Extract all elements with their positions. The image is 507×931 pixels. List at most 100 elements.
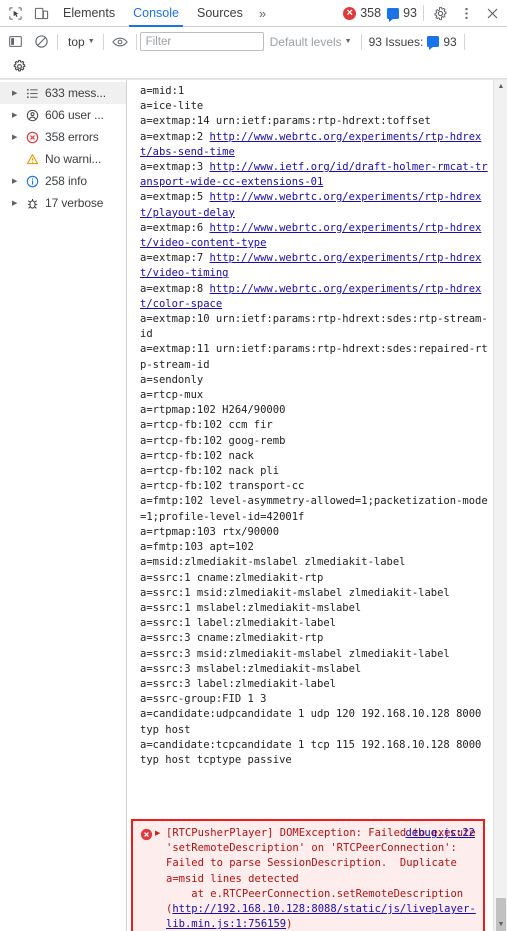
sdp-link[interactable]: http://www.webrtc.org/experiments/rtp-hd… [140, 191, 481, 218]
close-icon[interactable] [479, 1, 505, 26]
sidebar-item-info[interactable]: ▶ 258 info [0, 170, 126, 192]
expand-triangle-icon[interactable]: ▶ [155, 826, 166, 931]
sidebar-item-errors-label: 358 errors [45, 130, 99, 144]
sdp-line: a=extmap:5 http://www.webrtc.org/experim… [140, 191, 482, 219]
bug-icon [25, 196, 40, 211]
sdp-line: a=rtpmap:102 H264/90000 [140, 404, 286, 417]
tab-sources[interactable]: Sources [188, 0, 252, 26]
sidebar-item-warnings[interactable]: ▶ No warni... [0, 148, 126, 170]
error-source-link[interactable]: debug.js:22 [405, 826, 475, 841]
tabbar-divider [423, 5, 424, 21]
sdp-link[interactable]: http://www.webrtc.org/experiments/rtp-hd… [140, 131, 481, 158]
sdp-line: a=ssrc:1 label:zlmediakit-label [140, 617, 336, 630]
console-error-message[interactable]: ▶ debug.js:22 [RTCPusherPlayer] DOMExcept… [131, 819, 485, 931]
console-sidebar-toggle-icon[interactable] [2, 29, 28, 54]
filterbar-divider-1 [57, 33, 58, 50]
expand-triangle-icon[interactable]: ▶ [12, 90, 20, 97]
tab-console[interactable]: Console [124, 0, 188, 27]
kebab-menu-icon[interactable] [453, 1, 479, 26]
error-message-text: debug.js:22 [RTCPusherPlayer] DOMExceptio… [166, 826, 477, 931]
tab-console-label: Console [133, 6, 179, 20]
issues-label: 93 Issues: [368, 34, 424, 49]
sdp-line: a=ssrc:1 mslabel:zlmediakit-mslabel [140, 601, 362, 614]
sdp-line: a=ssrc:1 cname:zlmediakit-rtp [140, 571, 324, 584]
live-expression-icon[interactable] [107, 29, 133, 54]
sidebar-item-user-messages[interactable]: ▶ 606 user ... [0, 104, 126, 126]
sdp-line: a=rtcp-fb:102 transport-cc [140, 480, 305, 493]
sdp-link[interactable]: http://www.ietf.org/id/draft-holmer-rmca… [140, 161, 488, 188]
sdp-line: a=candidate:tcpcandidate 1 tcp 115 192.1… [140, 738, 488, 766]
sdp-line: a=ssrc:3 msid:zlmediakit-mslabel zlmedia… [140, 647, 450, 660]
sidebar-item-verbose-label: 17 verbose [45, 196, 104, 210]
execution-context-selector[interactable]: top ▼ [61, 31, 100, 53]
sdp-line: a=rtcp-fb:102 nack [140, 449, 254, 462]
more-tabs-button[interactable]: » [252, 0, 273, 26]
sdp-line: a=fmtp:103 apt=102 [140, 541, 254, 554]
sdp-line: a=ice-lite [140, 100, 204, 113]
devtools-tabbar: Elements Console Sources » × 358 93 [0, 0, 507, 27]
sdp-line: a=candidate:udpcandidate 1 udp 120 192.1… [140, 708, 488, 736]
sdp-line: a=rtcp-fb:102 ccm fir [140, 419, 273, 432]
expand-triangle-icon[interactable]: ▶ [12, 134, 20, 141]
issues-counter[interactable]: 93 [384, 6, 420, 22]
inspect-element-icon[interactable] [2, 1, 28, 26]
sdp-message-text: a=mid:1 a=ice-lite a=extmap:14 urn:ietf:pa… [127, 82, 493, 768]
clear-console-icon[interactable] [28, 29, 54, 54]
error-circle-icon [25, 130, 40, 145]
sdp-link[interactable]: http://www.webrtc.org/experiments/rtp-hd… [140, 252, 481, 279]
filter-input[interactable] [139, 32, 264, 51]
sidebar-item-verbose[interactable]: ▶ 17 verbose [0, 192, 126, 214]
sdp-line: a=rtcp-fb:102 nack pli [140, 465, 280, 478]
expand-triangle-icon[interactable]: ▶ [12, 112, 20, 119]
sdp-line: a=msid:zlmediakit-mslabel zlmediakit-lab… [140, 556, 406, 569]
sdp-line: a=ssrc:1 msid:zlmediakit-mslabel zlmedia… [140, 586, 450, 599]
stack-frame-link[interactable]: http://192.168.10.128:8088/static/js/liv… [166, 903, 476, 930]
device-toolbar-icon[interactable] [28, 1, 54, 26]
console-filter-toolbar: top ▼ Default levels ▼ 93 Issues: 93 [0, 27, 507, 79]
error-stack-frame: at e.RTCPeerConnection.setRemoteDescript… [166, 887, 476, 931]
tab-elements-label: Elements [63, 6, 116, 20]
sdp-link[interactable]: http://www.webrtc.org/experiments/rtp-hd… [140, 222, 481, 249]
sdp-line: a=mid:1 [140, 85, 185, 97]
filterbar-divider-4 [360, 33, 362, 50]
sdp-line: a=ssrc-group:FID 1 3 [140, 693, 267, 706]
sdp-line: a=ssrc:3 mslabel:zlmediakit-mslabel [140, 662, 362, 675]
error-message-inner: ▶ debug.js:22 [RTCPusherPlayer] DOMExcept… [133, 821, 483, 931]
log-levels-selector[interactable]: Default levels ▼ [264, 31, 358, 53]
error-counter[interactable]: × 358 [340, 6, 384, 20]
console-settings-row [2, 54, 505, 78]
expand-triangle-icon[interactable]: ▶ [12, 200, 20, 207]
scroll-up-arrow-icon[interactable]: ▲ [494, 80, 507, 93]
console-log-area[interactable]: a=mid:1 a=ice-lite a=extmap:14 urn:ietf:pa… [127, 80, 507, 931]
tab-elements[interactable]: Elements [54, 0, 124, 26]
settings-gear-icon[interactable] [6, 54, 32, 79]
sdp-line: a=extmap:6 http://www.webrtc.org/experim… [140, 221, 482, 250]
sdp-line: a=rtcp-mux [140, 389, 204, 402]
sidebar-item-user-messages-label: 606 user ... [45, 108, 104, 122]
sdp-line: a=extmap:11 urn:ietf:params:rtp-hdrext:s… [140, 343, 488, 371]
sidebar-item-messages[interactable]: ▶ 633 mess... [0, 82, 126, 104]
scroll-down-arrow-icon[interactable]: ▼ [494, 918, 507, 931]
filterbar-divider-5 [463, 33, 465, 50]
sdp-line: a=extmap:7 http://www.webrtc.org/experim… [140, 252, 482, 280]
issue-message-icon [387, 7, 400, 22]
sidebar-item-info-label: 258 info [45, 174, 87, 188]
execution-context-label: top [68, 34, 85, 49]
issues-bar[interactable]: 93 Issues: 93 [365, 34, 461, 50]
sidebar-item-errors[interactable]: ▶ 358 errors [0, 126, 126, 148]
error-count-value: 358 [360, 6, 382, 20]
sdp-line: a=extmap:3 http://www.ietf.org/id/draft-… [140, 161, 488, 189]
console-scrollbar[interactable]: ▲ ▼ [493, 80, 507, 931]
sdp-line: a=extmap:8 http://www.webrtc.org/experim… [140, 282, 482, 310]
sdp-line: a=extmap:10 urn:ietf:params:rtp-hdrext:s… [140, 313, 488, 341]
console-messages-scroll: a=mid:1 a=ice-lite a=extmap:14 urn:ietf:pa… [127, 80, 493, 931]
gear-icon[interactable] [427, 1, 453, 26]
sidebar-item-messages-label: 633 mess... [45, 86, 106, 100]
sidebar-item-warnings-label: No warni... [45, 152, 102, 166]
devtools-window: Elements Console Sources » × 358 93 top … [0, 0, 507, 931]
tab-sources-label: Sources [196, 6, 243, 20]
expand-triangle-icon[interactable]: ▶ [12, 178, 20, 185]
sdp-link[interactable]: http://www.webrtc.org/experiments/rtp-hd… [140, 283, 481, 310]
sdp-line: a=extmap:2 http://www.webrtc.org/experim… [140, 130, 482, 158]
list-icon [25, 86, 40, 101]
